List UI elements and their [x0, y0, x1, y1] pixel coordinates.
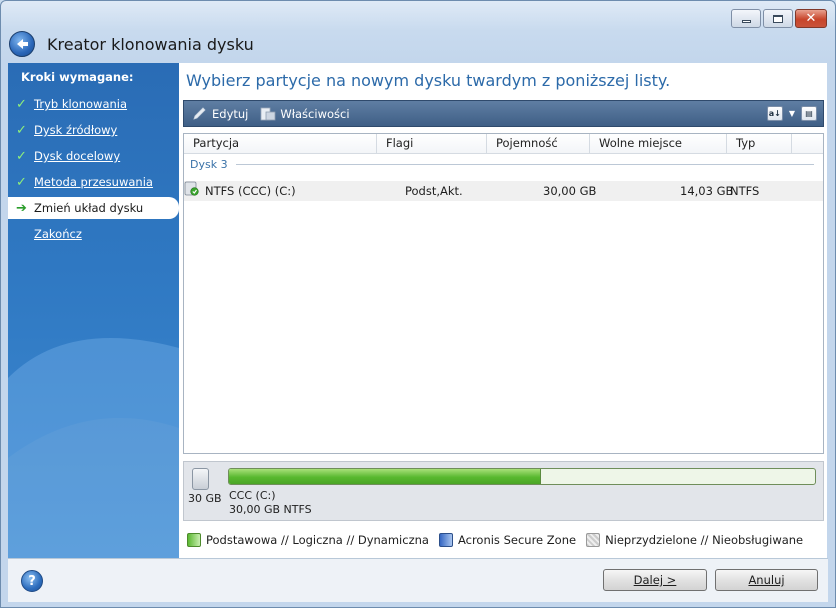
partition-usage-fill [229, 469, 541, 484]
pencil-icon [193, 106, 206, 120]
legend-basic-label: Podstawowa // Logiczna // Dynamiczna [206, 533, 429, 547]
help-icon: ? [28, 573, 36, 589]
maximize-button[interactable] [763, 9, 793, 28]
checkmark-icon: ✓ [16, 148, 27, 164]
wizard-footer: ? Dalej > Anuluj [8, 558, 828, 602]
back-button[interactable] [9, 31, 35, 57]
legend-item-basic: Podstawowa // Logiczna // Dynamiczna [187, 533, 429, 547]
sidebar-item-metoda-przesuwania[interactable]: ✓ Metoda przesuwania [8, 171, 179, 193]
basic-partition-swatch-icon [187, 533, 201, 547]
legend-item-unallocated: Nieprzydzielone // Nieobsługiwane [586, 533, 803, 547]
partition-icon [184, 181, 199, 196]
column-header-pojemnosc[interactable]: Pojemność [487, 134, 590, 154]
sidebar-item-dysk-zrodlowy[interactable]: ✓ Dysk źródłowy [8, 119, 179, 141]
steps-sidebar: Kroki wymagane: ✓ Tryb klonowania ✓ Dysk… [8, 63, 179, 558]
group-divider [235, 164, 814, 165]
secure-zone-swatch-icon [438, 533, 453, 547]
column-header-wolne-miejsce[interactable]: Wolne miejsce [590, 134, 727, 154]
disk-map: 30 GB CCC (C:) 30,00 GB NTFS [183, 461, 824, 521]
sidebar-item-zakoncz[interactable]: Zakończ [8, 223, 179, 245]
cell-flags: Podst,Akt. [405, 184, 463, 198]
sidebar-item-tryb-klonowania[interactable]: ✓ Tryb klonowania [8, 93, 179, 115]
sidebar-heading: Kroki wymagane: [21, 70, 134, 84]
partition-name: CCC (C:) [229, 489, 276, 502]
unallocated-swatch-icon [586, 533, 601, 547]
table-row[interactable]: NTFS (CCC) (C:) Podst,Akt. 30,00 GB 14,0… [184, 181, 823, 201]
disk-size: 30 GB [188, 492, 222, 505]
sidebar-item-label[interactable]: Tryb klonowania [34, 97, 127, 111]
edit-label: Edytuj [212, 106, 249, 121]
cancel-button-label: Anuluj [748, 573, 785, 587]
hard-disk-icon [192, 468, 209, 490]
main-panel: Wybierz partycje na nowym dysku twardym … [179, 63, 827, 558]
back-arrow-icon [17, 39, 28, 49]
properties-button[interactable]: Właściwości [260, 106, 350, 121]
cell-free-space: 14,03 GB [680, 184, 734, 198]
properties-label: Właściwości [280, 106, 350, 121]
column-header-typ[interactable]: Typ [727, 134, 792, 154]
edit-button[interactable]: Edytuj [192, 107, 248, 121]
cell-capacity: 30,00 GB [543, 184, 597, 198]
column-header-flagi[interactable]: Flagi [377, 134, 487, 154]
minimize-button[interactable] [731, 9, 761, 28]
sidebar-item-zmien-uklad-dysku: ➔ Zmień układ dysku [8, 197, 179, 219]
columns-icon[interactable]: ▤ [801, 106, 817, 121]
dropdown-arrow-icon[interactable]: ▼ [789, 109, 795, 118]
partition-info: 30,00 GB NTFS [229, 503, 312, 516]
wizard-window: ✕ Kreator klonowania dysku Kroki wymagan… [0, 0, 836, 608]
maximize-icon [773, 14, 783, 23]
window-controls: ✕ [731, 9, 827, 28]
partition-bar[interactable] [228, 468, 816, 485]
sidebar-item-dysk-docelowy[interactable]: ✓ Dysk docelowy [8, 145, 179, 167]
checkmark-icon: ✓ [16, 174, 27, 190]
cell-type: NTFS [730, 184, 760, 198]
disk-group-label: Dysk 3 [190, 158, 228, 171]
cell-partition: NTFS (CCC) (C:) [205, 184, 296, 198]
next-button[interactable]: Dalej > [603, 569, 707, 591]
legend-unallocated-label: Nieprzydzielone // Nieobsługiwane [605, 533, 804, 547]
help-button[interactable]: ? [21, 570, 43, 592]
legend: Podstawowa // Logiczna // Dynamiczna Acr… [187, 533, 813, 547]
partition-table: Partycja Flagi Pojemność Wolne miejsce T… [183, 133, 824, 454]
minimize-icon [741, 20, 751, 23]
close-icon: ✕ [805, 11, 817, 26]
close-button[interactable]: ✕ [795, 9, 827, 28]
sidebar-item-label[interactable]: Dysk docelowy [34, 149, 120, 163]
sidebar-item-label: Zmień układ dysku [34, 201, 144, 215]
legend-secure-zone-label: Acronis Secure Zone [457, 533, 577, 547]
current-step-arrow-icon: ➔ [16, 200, 27, 216]
partition-toolbar: Edytuj Właściwości a↓ ▼ ▤ [183, 100, 824, 127]
sort-icon[interactable]: a↓ [766, 106, 783, 121]
sidebar-item-label[interactable]: Metoda przesuwania [34, 175, 153, 189]
sidebar-wave-decoration [8, 338, 179, 558]
table-header: Partycja Flagi Pojemność Wolne miejsce T… [184, 134, 823, 154]
page-heading: Wybierz partycje na nowym dysku twardym … [186, 71, 671, 90]
toolbar-right-group: a↓ ▼ ▤ [766, 106, 817, 121]
sidebar-item-label[interactable]: Zakończ [34, 227, 82, 241]
legend-item-secure-zone: Acronis Secure Zone [438, 533, 577, 547]
next-button-label: Dalej > [633, 573, 677, 587]
sidebar-item-label[interactable]: Dysk źródłowy [34, 123, 117, 137]
checkmark-icon: ✓ [16, 122, 27, 138]
window-title: Kreator klonowania dysku [47, 35, 254, 54]
cancel-button[interactable]: Anuluj [715, 569, 818, 591]
properties-icon [260, 107, 276, 120]
checkmark-icon: ✓ [16, 96, 27, 112]
disk-group-header: Dysk 3 [190, 158, 814, 171]
column-header-partycja[interactable]: Partycja [184, 134, 377, 154]
